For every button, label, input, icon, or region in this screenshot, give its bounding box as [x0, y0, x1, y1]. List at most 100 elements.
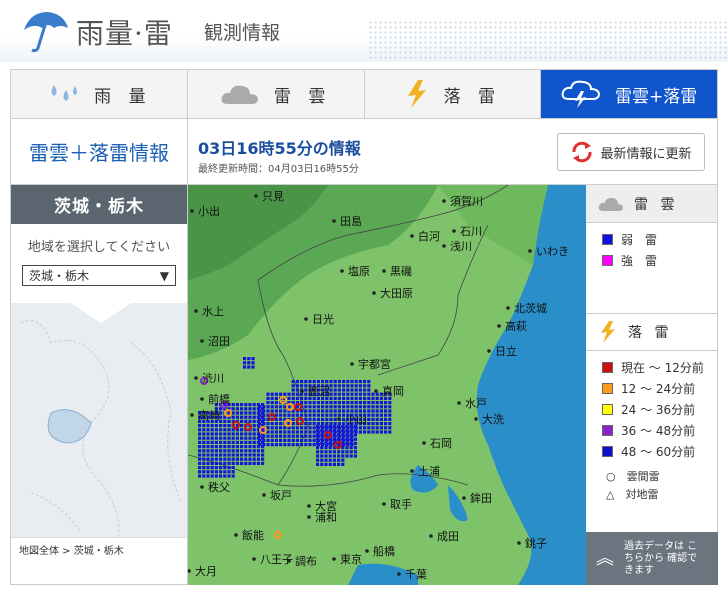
- cloud-cell: [350, 388, 354, 392]
- cloud-cell: [266, 405, 270, 409]
- cloud-cell: [235, 411, 239, 415]
- cloud-cell: [219, 457, 223, 461]
- cloud-cell: [304, 430, 308, 434]
- city-dot: [382, 269, 386, 273]
- cloud-cell: [291, 438, 295, 442]
- cloud-cell: [337, 433, 341, 437]
- cloud-cell: [329, 405, 333, 409]
- cloud-cell: [251, 365, 255, 369]
- cloud-cell: [279, 417, 283, 421]
- legend-intracloud: ○ 雲間雷: [606, 470, 660, 483]
- cloud-cell: [202, 457, 206, 461]
- city-label-shirakawa: 白河: [418, 229, 440, 243]
- cloud-cell: [202, 453, 206, 457]
- cloud-cell: [316, 454, 320, 458]
- cloud-cell: [198, 449, 202, 453]
- cloud-cell: [244, 440, 248, 444]
- cloud-cell: [304, 443, 308, 447]
- cloud-cell: [388, 405, 392, 409]
- cloud-cell: [341, 462, 345, 466]
- cloud-cell: [252, 419, 256, 423]
- cloud-cell: [243, 361, 247, 365]
- cloud-cell: [231, 436, 235, 440]
- tab-thundercloud[interactable]: 雷 雲: [188, 70, 365, 118]
- cloud-cell: [371, 401, 375, 405]
- cloud-cell: [332, 433, 336, 437]
- cloud-cell: [198, 474, 202, 478]
- cloud-cell: [256, 419, 260, 423]
- cloud-cell: [231, 432, 235, 436]
- cloud-cell: [223, 432, 227, 436]
- cloud-cell: [300, 434, 304, 438]
- past-data-link[interactable]: ︽ 過去データは こちらから 確認できます: [586, 532, 718, 585]
- cloud-cell: [300, 438, 304, 442]
- cloud-cell: [244, 449, 248, 453]
- cloud-cell: [349, 429, 353, 433]
- cloud-cell: [350, 392, 354, 396]
- cloud-cell: [261, 436, 265, 440]
- cloud-cell: [219, 470, 223, 474]
- cloud-cell: [248, 436, 252, 440]
- cloud-cell: [320, 450, 324, 454]
- tab-cloud-and-strike[interactable]: 雷雲+落雷: [541, 70, 717, 118]
- city-dot: [442, 244, 446, 248]
- cloud-cell: [202, 428, 206, 432]
- cloud-cell: [316, 417, 320, 421]
- cloud-cell: [375, 392, 379, 396]
- cloud-cell: [283, 438, 287, 442]
- city-dot: [194, 309, 198, 313]
- cloud-cell: [198, 428, 202, 432]
- cloud-cell: [291, 388, 295, 392]
- cloud-cell: [321, 409, 325, 413]
- cloud-cell: [219, 440, 223, 444]
- city-label-choshi: 銚子: [525, 536, 547, 550]
- cloud-icon: [221, 85, 258, 104]
- cloud-cell: [375, 401, 379, 405]
- cloud-cell: [252, 403, 256, 407]
- cloud-cell: [295, 413, 299, 417]
- cloud-cell: [206, 466, 210, 470]
- lightning-map[interactable]: 只見 小出 田島 須賀川 石川 白河 浅川 いわき 塩原 黒磯 大田原 北茨城 高萩 水上 日光 沼田 日立 宇都…: [188, 185, 586, 585]
- city-label-urawa: 浦和: [315, 511, 337, 524]
- cloud-cell: [325, 413, 329, 417]
- legend-cloud-title: 雷 雲: [634, 196, 679, 213]
- cloud-cell: [304, 434, 308, 438]
- city-label-mito: 水戸: [465, 397, 487, 410]
- city-label-nikko: 日光: [312, 312, 334, 326]
- cloud-cell: [291, 422, 295, 426]
- cloud-cell: [320, 425, 324, 429]
- cloud-cell: [384, 417, 388, 421]
- cloud-cell: [248, 457, 252, 461]
- cloud-cell: [295, 443, 299, 447]
- cloud-cell: [342, 396, 346, 400]
- cloud-cell: [243, 357, 247, 361]
- cloud-cell: [304, 401, 308, 405]
- refresh-button[interactable]: 最新情報に更新: [557, 133, 705, 171]
- cloud-cell: [256, 407, 260, 411]
- city-label-oyama: 小山: [345, 413, 367, 426]
- city-dot: [190, 413, 194, 417]
- cloud-cell: [367, 422, 371, 426]
- cloud-cell: [231, 457, 235, 461]
- cloud-cell: [320, 433, 324, 437]
- cloud-cell: [291, 384, 295, 388]
- city-dot: [457, 401, 461, 405]
- city-dot: [332, 219, 336, 223]
- cloud-cell: [312, 417, 316, 421]
- cloud-cell: [219, 461, 223, 465]
- cloud-cell: [304, 413, 308, 417]
- cloud-cell: [295, 396, 299, 400]
- overview-map[interactable]: 地図全体 > 茨城・栃木: [11, 303, 187, 561]
- cloud-cell: [353, 437, 357, 441]
- cloud-cell: [320, 441, 324, 445]
- cloud-cell: [252, 428, 256, 432]
- tab-rainfall[interactable]: 雨 量: [11, 70, 188, 118]
- city-label-koide: 小出: [198, 204, 220, 218]
- city-dot: [497, 324, 501, 328]
- cloud-cell: [244, 407, 248, 411]
- region-select[interactable]: 茨城・栃木 ▼: [22, 265, 176, 286]
- cloud-cell: [308, 413, 312, 417]
- tab-lightning-strike[interactable]: 落 雷: [365, 70, 542, 118]
- legend-weak-cloud: 弱 雷: [586, 229, 717, 250]
- cloud-cell: [223, 449, 227, 453]
